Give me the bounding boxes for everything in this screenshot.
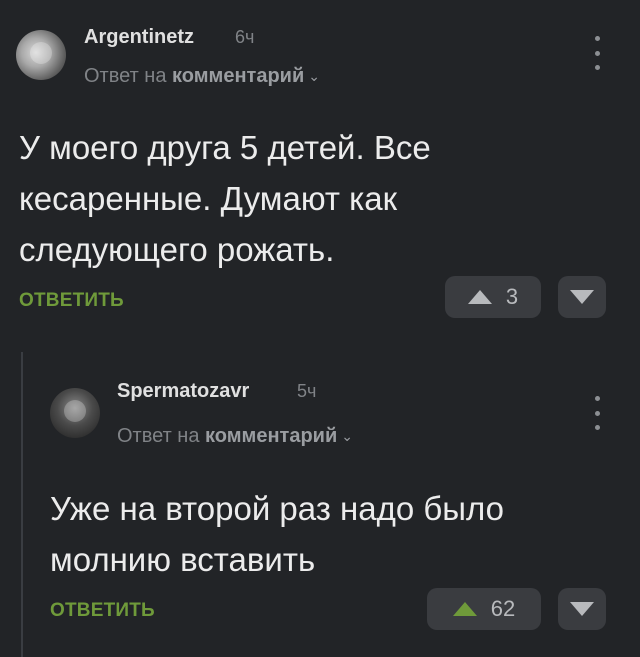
reply-prefix: Ответ на [117, 425, 200, 447]
more-vertical-icon[interactable] [592, 396, 602, 430]
avatar[interactable] [50, 388, 100, 438]
comment-text: Уже на второй раз надо было молнию встав… [50, 483, 610, 585]
upvote-count: 62 [490, 596, 516, 621]
reply-context: Ответ на комментарий ⌄ [117, 425, 353, 448]
upvote-button[interactable]: 62 [427, 588, 541, 630]
reply-target-link[interactable]: комментарий [205, 425, 337, 447]
chevron-down-icon[interactable]: ⌄ [341, 428, 353, 445]
timestamp: 5ч [297, 381, 317, 401]
comment-text-line: молнию вставить [50, 541, 316, 578]
reply-button[interactable]: ОТВЕТИТЬ [50, 600, 155, 622]
reply-comment: Spermatozavr 5ч Ответ на комментарий ⌄ Уж… [0, 0, 640, 657]
username[interactable]: Spermatozavr [117, 380, 249, 403]
triangle-up-icon [452, 602, 477, 616]
comment-text-line: Уже на второй раз надо было [50, 490, 505, 527]
downvote-button[interactable] [558, 588, 606, 630]
triangle-down-icon [570, 602, 594, 616]
